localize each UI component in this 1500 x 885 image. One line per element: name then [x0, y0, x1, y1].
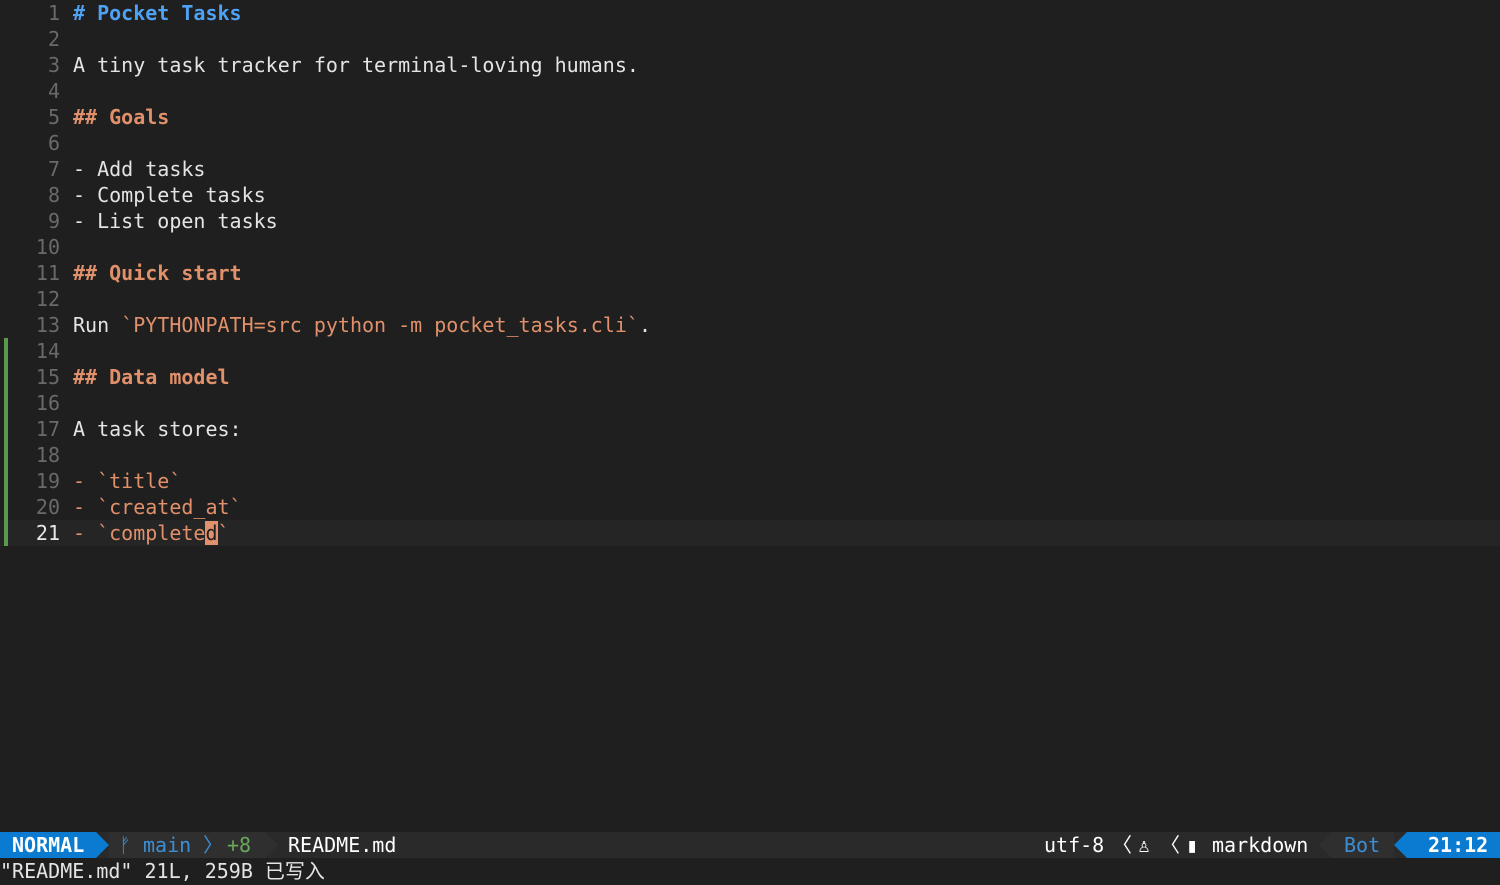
- percent-separator: [1319, 832, 1332, 858]
- line-text: ## Data model: [73, 364, 230, 390]
- line-number: 19: [35, 469, 60, 493]
- paragraph-text: .: [638, 313, 651, 337]
- line-number: 12: [35, 287, 60, 311]
- editor-line[interactable]: 17 A task stores:: [0, 416, 1500, 442]
- editor-line[interactable]: 20- `created_at`: [0, 494, 1500, 520]
- editor-line[interactable]: 13 Run `PYTHONPATH=src python -m pocket_t…: [0, 312, 1500, 338]
- line-text: # Pocket Tasks: [73, 0, 242, 26]
- line-number: 15: [35, 365, 60, 389]
- editor-line[interactable]: 7 - Add tasks: [0, 156, 1500, 182]
- paragraph-text: A task stores:: [73, 417, 242, 441]
- status-line: NORMAL ᚠ main 〉 +8 README.md utf-8 〈 ♙ 〈…: [0, 832, 1500, 858]
- editor-line[interactable]: 4: [0, 78, 1500, 104]
- line-number: 17: [35, 417, 60, 441]
- editor-line[interactable]: 1 # Pocket Tasks: [0, 0, 1500, 26]
- file-icon: ▮: [1186, 833, 1199, 857]
- list-bullet: -: [73, 495, 98, 519]
- paragraph-text: - List open tasks: [73, 209, 278, 233]
- linux-icon: ♙: [1138, 833, 1151, 857]
- chevron-left-icon: 〈: [1160, 833, 1180, 857]
- editor-line[interactable]: 5 ## Goals: [0, 104, 1500, 130]
- inline-code: `title`: [97, 469, 182, 493]
- editor-line[interactable]: 8 - Complete tasks: [0, 182, 1500, 208]
- file-encoding: utf-8: [1044, 833, 1105, 857]
- line-number: 6: [47, 131, 60, 155]
- heading-2: ## Goals: [73, 105, 170, 129]
- editor-line[interactable]: 14: [0, 338, 1500, 364]
- editor-line[interactable]: 9 - List open tasks: [0, 208, 1500, 234]
- line-number: 7: [47, 157, 60, 181]
- location-separator: [1394, 832, 1407, 858]
- paragraph-text: - Complete tasks: [73, 183, 266, 207]
- editor-line[interactable]: 11 ## Quick start: [0, 260, 1500, 286]
- line-text: - List open tasks: [73, 208, 278, 234]
- file-type: markdown: [1212, 833, 1309, 857]
- editor-line[interactable]: 19- `title`: [0, 468, 1500, 494]
- line-text: - Add tasks: [73, 156, 205, 182]
- line-number: 21: [35, 521, 60, 545]
- file-name: README.md: [288, 833, 397, 857]
- git-branch-name: main: [143, 833, 192, 857]
- inline-code: `: [217, 521, 230, 545]
- inline-code: `created_at`: [97, 495, 242, 519]
- line-text: - `completed`: [73, 520, 230, 546]
- editor-line[interactable]: 18: [0, 442, 1500, 468]
- line-text: ## Goals: [73, 104, 169, 130]
- editor-line[interactable]: 16: [0, 390, 1500, 416]
- list-bullet: -: [73, 469, 98, 493]
- heading-2: ## Data model: [73, 365, 230, 389]
- command-line[interactable]: "README.md" 21L, 259B 已写入: [0, 858, 1500, 885]
- heading-2: ## Quick start: [73, 261, 242, 285]
- line-number: 14: [35, 339, 60, 363]
- paragraph-text: Run: [73, 313, 122, 337]
- git-segment: ᚠ main 〉 +8: [109, 832, 265, 858]
- inline-code: `PYTHONPATH=src python -m pocket_tasks.c…: [121, 313, 639, 337]
- line-text: Run `PYTHONPATH=src python -m pocket_tas…: [73, 312, 651, 338]
- line-number: 5: [47, 105, 60, 129]
- line-number: 13: [35, 313, 60, 337]
- line-text: - Complete tasks: [73, 182, 266, 208]
- line-text: A tiny task tracker for terminal-loving …: [73, 52, 639, 78]
- line-text: - `created_at`: [73, 494, 242, 520]
- mode-indicator: NORMAL: [0, 832, 96, 858]
- editor-line[interactable]: 6: [0, 130, 1500, 156]
- line-text: ## Quick start: [73, 260, 242, 286]
- line-number: 11: [35, 261, 60, 285]
- heading-1: # Pocket Tasks: [73, 1, 242, 25]
- line-number: 1: [47, 1, 60, 25]
- editor-buffer[interactable]: 1 # Pocket Tasks 2 3 A tiny task tracker for…: [0, 0, 1500, 832]
- line-number: 4: [47, 79, 60, 103]
- editor-line[interactable]: 12: [0, 286, 1500, 312]
- mode-separator: [96, 832, 109, 858]
- line-number: 10: [35, 235, 60, 259]
- line-text: - `title`: [73, 468, 181, 494]
- inline-code: `complete: [97, 521, 206, 545]
- line-number: 9: [47, 209, 60, 233]
- paragraph-text: A tiny task tracker for terminal-loving …: [73, 53, 639, 77]
- line-number: 16: [35, 391, 60, 415]
- git-separator: [265, 832, 278, 858]
- line-number: 2: [47, 27, 60, 51]
- editor-line[interactable]: 3 A tiny task tracker for terminal-loving…: [0, 52, 1500, 78]
- text-cursor: d: [205, 521, 218, 545]
- line-number: 20: [35, 495, 60, 519]
- line-text: A task stores:: [73, 416, 242, 442]
- paragraph-text: - Add tasks: [73, 157, 206, 181]
- line-number: 8: [47, 183, 60, 207]
- chevron-right-icon: 〉: [203, 833, 223, 857]
- git-branch-icon: ᚠ: [119, 833, 131, 857]
- editor-line[interactable]: 15 ## Data model: [0, 364, 1500, 390]
- line-number: 18: [35, 443, 60, 467]
- scroll-percent: Bot: [1344, 833, 1381, 857]
- editor-line[interactable]: 2: [0, 26, 1500, 52]
- cursor-location: 21:12: [1428, 833, 1489, 857]
- line-number: 3: [47, 53, 60, 77]
- git-diff-count: +8: [227, 833, 252, 857]
- editor-line[interactable]: 21- `completed`: [0, 520, 1500, 546]
- chevron-left-icon: 〈: [1112, 833, 1132, 857]
- list-bullet: -: [73, 521, 98, 545]
- editor-line[interactable]: 10: [0, 234, 1500, 260]
